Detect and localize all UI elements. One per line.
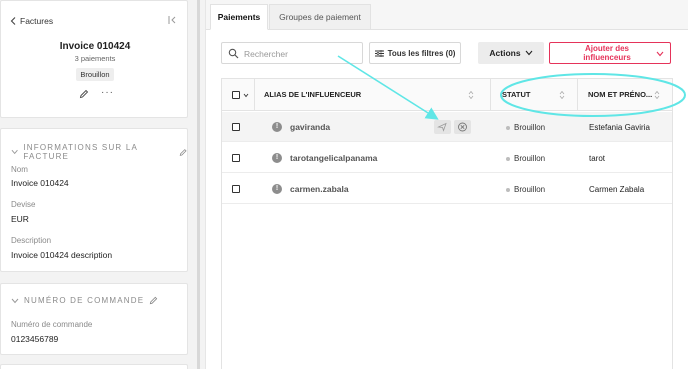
invoice-info-heading: INFORMATIONS SUR LA FACTURE bbox=[23, 143, 138, 161]
payments-panel: Paiements Groupes de paiement Tous les f… bbox=[205, 0, 688, 369]
order-number-value: 0123456789 bbox=[11, 334, 59, 344]
cancel-button[interactable] bbox=[454, 120, 471, 134]
influencer-alias[interactable]: carmen.zabala bbox=[290, 184, 349, 194]
order-number-label: Numéro de commande bbox=[11, 320, 93, 329]
chevron-down-icon[interactable] bbox=[243, 93, 249, 98]
table-row[interactable]: ! carmen.zabala Brouillon Carmen Zabala bbox=[222, 174, 672, 204]
sidebar-divider[interactable] bbox=[197, 0, 200, 369]
next-card bbox=[0, 364, 188, 369]
status-cell: Brouillon bbox=[506, 154, 545, 163]
add-influencers-label-line2: influenceurs bbox=[583, 53, 631, 62]
actions-label: Actions bbox=[489, 48, 521, 58]
payments-table: ALIAS DE L'INFLUENCEUR STATUT NOM ET PRÉ… bbox=[221, 78, 673, 369]
invoice-sidebar: Factures Invoice 010424 3 paiements Brou… bbox=[0, 0, 190, 369]
chevron-down-icon bbox=[11, 298, 19, 303]
order-number-toggle[interactable]: NUMÉRO DE COMMANDE bbox=[11, 296, 158, 305]
add-influencers-button[interactable]: Ajouter des influenceurs bbox=[549, 42, 671, 64]
send-button[interactable] bbox=[434, 120, 451, 134]
status-cell: Brouillon bbox=[506, 185, 545, 194]
avatar: ! bbox=[272, 184, 282, 194]
order-number-heading: NUMÉRO DE COMMANDE bbox=[24, 296, 145, 305]
field-value-currency: EUR bbox=[11, 214, 29, 224]
influencer-name: Estefania Gaviria bbox=[589, 123, 650, 132]
status-dot bbox=[506, 125, 510, 130]
field-label-name: Nom bbox=[11, 165, 28, 174]
status-label: Brouillon bbox=[514, 123, 546, 132]
cancel-icon bbox=[458, 122, 467, 132]
influencer-name: tarot bbox=[589, 154, 606, 163]
sort-icon[interactable] bbox=[468, 90, 474, 100]
status-label: Brouillon bbox=[514, 154, 546, 163]
column-header-name[interactable]: NOM ET PRÉNO... bbox=[588, 79, 652, 111]
pencil-icon[interactable] bbox=[179, 148, 187, 157]
search-icon bbox=[228, 48, 239, 59]
avatar: ! bbox=[272, 122, 282, 132]
filter-icon bbox=[374, 49, 384, 57]
status-badge: Brouillon bbox=[76, 68, 114, 81]
add-influencers-label: Ajouter des influenceurs bbox=[562, 44, 652, 62]
tab-payment-groups[interactable]: Groupes de paiement bbox=[269, 4, 371, 30]
select-all-checkbox[interactable] bbox=[232, 91, 240, 99]
order-number-card: NUMÉRO DE COMMANDE Numéro de commande 01… bbox=[0, 283, 188, 355]
more-options-button[interactable]: ··· bbox=[101, 87, 114, 98]
avatar: ! bbox=[272, 153, 282, 163]
chevron-down-icon bbox=[656, 51, 664, 57]
search-box[interactable] bbox=[221, 42, 363, 64]
collapse-sidebar-icon[interactable] bbox=[167, 14, 179, 26]
status-label: Brouillon bbox=[514, 185, 546, 194]
row-checkbox[interactable] bbox=[232, 123, 240, 131]
sort-icon[interactable] bbox=[654, 90, 660, 100]
tab-bar: Paiements Groupes de paiement bbox=[206, 0, 688, 30]
search-input[interactable] bbox=[244, 46, 356, 61]
invoice-info-toggle[interactable]: INFORMATIONS SUR LA FACTURE bbox=[11, 143, 187, 161]
invoice-summary-card: Factures Invoice 010424 3 paiements Brou… bbox=[0, 0, 188, 118]
actions-button[interactable]: Actions bbox=[478, 42, 544, 64]
all-filters-button[interactable]: Tous les filtres (0) bbox=[369, 42, 461, 64]
table-header: ALIAS DE L'INFLUENCEUR STATUT NOM ET PRÉ… bbox=[222, 79, 672, 111]
chevron-down-icon bbox=[525, 50, 532, 56]
column-divider bbox=[490, 79, 491, 111]
tab-payments[interactable]: Paiements bbox=[210, 4, 268, 30]
table-row[interactable]: ! tarotangelicalpanama Brouillon tarot bbox=[222, 143, 672, 173]
field-label-currency: Devise bbox=[11, 200, 36, 209]
all-filters-label: Tous les filtres (0) bbox=[387, 48, 456, 58]
status-dot bbox=[506, 187, 510, 192]
back-to-invoices-link[interactable]: Factures bbox=[10, 16, 53, 26]
row-checkbox[interactable] bbox=[232, 185, 240, 193]
add-influencers-label-line1: Ajouter des bbox=[584, 44, 629, 53]
influencer-alias[interactable]: tarotangelicalpanama bbox=[290, 153, 377, 163]
table-row[interactable]: ! gaviranda Brouillon Estefania Gaviria bbox=[222, 112, 672, 142]
pencil-icon[interactable] bbox=[79, 89, 89, 99]
send-icon bbox=[437, 122, 447, 132]
influencer-alias[interactable]: gaviranda bbox=[290, 122, 330, 132]
column-header-status[interactable]: STATUT bbox=[502, 79, 530, 111]
field-label-description: Description bbox=[11, 236, 52, 245]
sort-icon[interactable] bbox=[559, 90, 565, 100]
invoice-title: Invoice 010424 bbox=[59, 41, 131, 52]
column-divider bbox=[577, 79, 578, 111]
status-cell: Brouillon bbox=[506, 123, 545, 132]
chevron-down-icon bbox=[11, 149, 18, 155]
row-checkbox[interactable] bbox=[232, 154, 240, 162]
column-header-alias[interactable]: ALIAS DE L'INFLUENCEUR bbox=[264, 79, 361, 111]
column-divider bbox=[254, 79, 255, 111]
pencil-icon[interactable] bbox=[149, 296, 158, 305]
back-link-label: Factures bbox=[20, 16, 54, 26]
status-dot bbox=[506, 156, 510, 161]
payment-count: 3 paiements bbox=[74, 54, 116, 63]
influencer-name: Carmen Zabala bbox=[589, 185, 645, 194]
field-value-name: Invoice 010424 bbox=[11, 178, 69, 188]
field-value-description: Invoice 010424 description bbox=[11, 250, 113, 260]
chevron-left-icon bbox=[10, 17, 16, 25]
invoice-info-card: INFORMATIONS SUR LA FACTURE Nom Invoice … bbox=[0, 128, 188, 272]
